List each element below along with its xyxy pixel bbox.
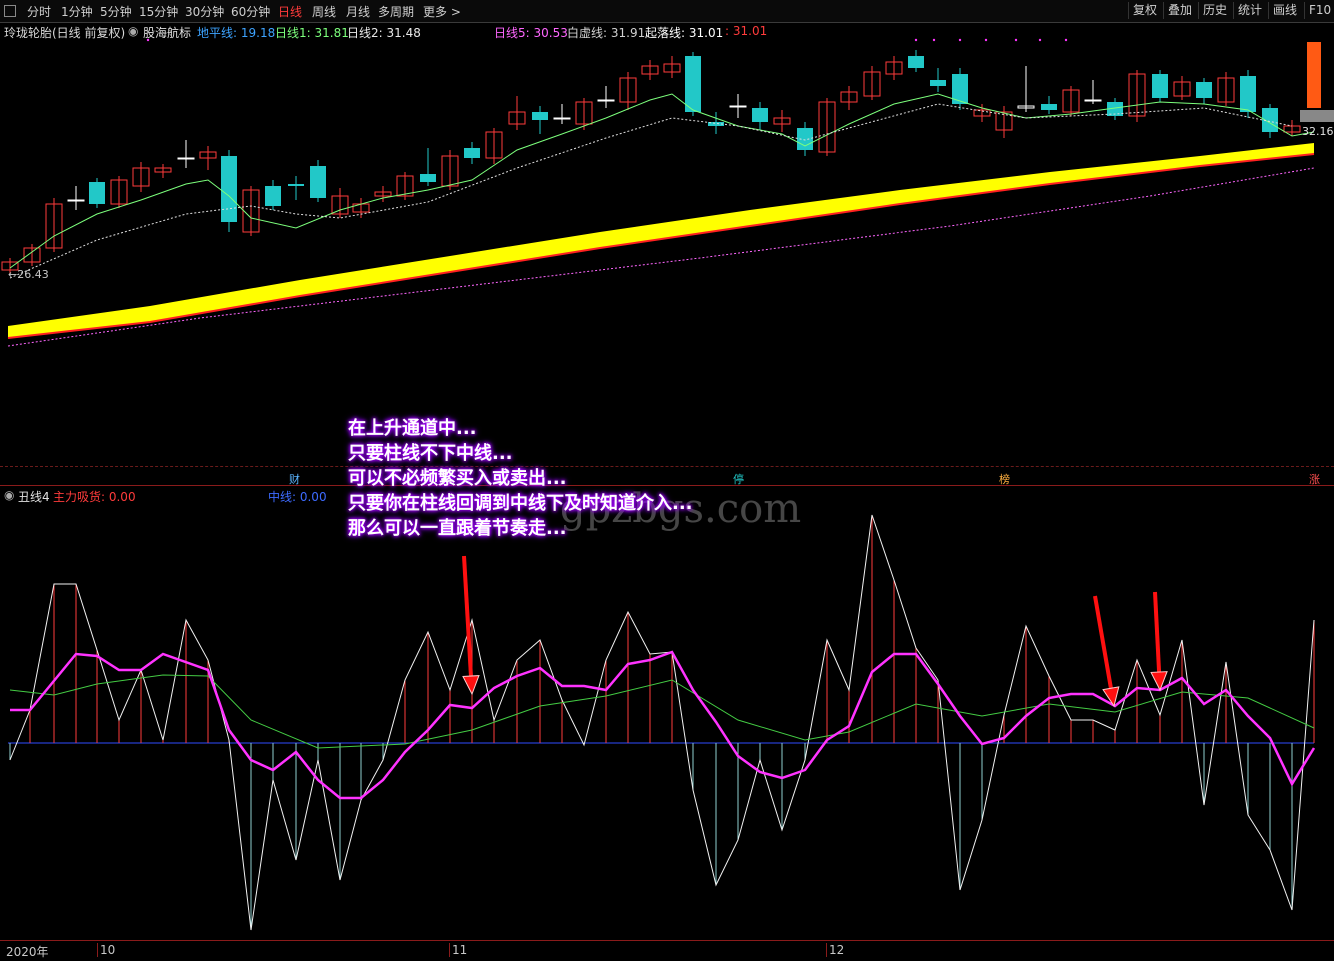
low-price-value: 26.43 <box>17 268 49 281</box>
annotation-line: 只要你在柱线回调到中线下及时知道介入... <box>348 493 693 514</box>
osc-white-line <box>9 514 1315 931</box>
ma2-dashed-line <box>9 103 1293 279</box>
candle-body <box>930 80 946 86</box>
ma5-dashed-line <box>7 167 1315 347</box>
osc-magenta-line <box>10 650 1316 800</box>
arrow-2-shaft <box>1093 595 1113 689</box>
top-dot <box>1014 38 1018 42</box>
date-axis: 2020年 10 11 12 <box>0 940 1334 961</box>
yellow-band <box>8 143 1314 338</box>
event-marker-zhang[interactable]: 涨 <box>1309 471 1320 487</box>
top-dot <box>932 38 936 42</box>
red-arrows <box>462 555 1168 708</box>
arrow-3-shaft <box>1153 591 1162 673</box>
arrow-1-shaft <box>462 555 473 677</box>
candlesticks <box>1 42 1334 274</box>
right-volume-bar <box>1307 42 1321 108</box>
osc-green-line <box>9 674 1315 749</box>
candle-body <box>464 148 480 158</box>
candle-body <box>597 99 615 102</box>
top-dot <box>914 38 918 42</box>
sub-indicator-name[interactable]: 丑线4 <box>18 488 50 505</box>
candle-body <box>1196 82 1212 98</box>
annotation-text: 在上升通道中... 只要柱线不下中线... 可以不必频繁买入或卖出... 只要你… <box>348 416 693 541</box>
event-marker-ting[interactable]: 停 <box>733 471 744 487</box>
ma1-line <box>9 93 1315 269</box>
candle-body <box>1240 76 1256 112</box>
sub-indicator-icon[interactable]: ◉ <box>4 488 14 502</box>
date-label-dec: 12 <box>826 943 844 957</box>
event-marker-bang[interactable]: 榜 <box>999 471 1010 487</box>
date-label-nov: 11 <box>449 943 467 957</box>
top-dot <box>146 38 150 42</box>
candle-body <box>1152 74 1168 98</box>
last-price-label: 32.16 <box>1302 125 1334 138</box>
candle-body <box>221 156 237 222</box>
right-grey-bar <box>1300 110 1334 122</box>
top-dot <box>958 38 962 42</box>
candle-body <box>1084 99 1102 102</box>
ascending-band <box>7 143 1315 347</box>
annotation-line: 可以不必频繁买入或卖出... <box>348 468 567 489</box>
top-dot <box>984 38 988 42</box>
annotation-line: 在上升通道中... <box>348 418 477 439</box>
oscillator-panel <box>8 514 1316 931</box>
candle-body <box>1041 104 1057 110</box>
candle-body <box>310 166 326 198</box>
low-price-label: ←26.43 <box>8 268 49 281</box>
top-dot <box>1038 38 1042 42</box>
candle-body <box>553 117 571 120</box>
candle-body <box>265 186 281 206</box>
candle-body <box>288 184 304 186</box>
candle-body <box>685 56 701 112</box>
candle-body <box>177 157 195 160</box>
candle-body <box>67 199 85 202</box>
event-marker-cai[interactable]: 财 <box>289 471 300 487</box>
candle-body <box>532 112 548 120</box>
candle-body <box>729 105 747 108</box>
candle-body <box>752 108 768 122</box>
annotation-line: 只要柱线不下中线... <box>348 443 513 464</box>
arrow-1-head <box>462 675 480 696</box>
info-zhongxian: 中线: 0.00 <box>268 490 327 504</box>
annotation-line: 那么可以一直跟着节奏走... <box>348 518 567 539</box>
candle-body <box>908 56 924 68</box>
date-label-oct: 10 <box>97 943 115 957</box>
candle-body <box>89 182 105 204</box>
candle-body <box>797 128 813 150</box>
date-label-year: 2020年 <box>6 945 49 959</box>
top-dot <box>1064 38 1068 42</box>
info-zhulixihuo: 主力吸货: 0.00 <box>53 490 136 504</box>
candle-body <box>420 174 436 182</box>
